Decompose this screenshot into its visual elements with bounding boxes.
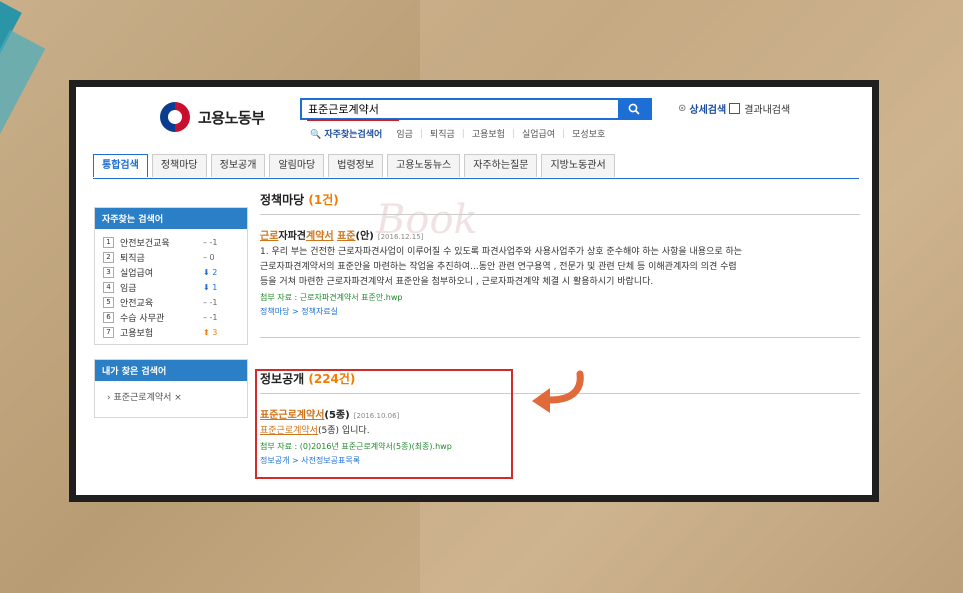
result-title[interactable]: 근로자파견계약서 표준(안) [2016.12.15] (260, 227, 860, 242)
list-item[interactable]: 6 수습 사무관 – -1 (103, 310, 239, 325)
rank-number: 1 (103, 237, 114, 248)
my-search-keyword[interactable]: 표준근로계약서 × (113, 393, 181, 403)
screenshot-frame: 고용노동부 🔍 자주찾는검색어 임금 | 퇴직금 | 고용보험 | 실업급여 |… (69, 80, 879, 502)
highlight-box (255, 369, 513, 479)
tab-law[interactable]: 법령정보 (328, 154, 384, 177)
rank-label: 고용보험 (120, 329, 154, 339)
list-item[interactable]: › 표준근로계약서 × (95, 381, 247, 417)
list-item[interactable]: 4 임금 ⬇ 1 (103, 280, 239, 295)
search-button[interactable] (618, 100, 650, 118)
separator: | (511, 128, 515, 139)
tab-policy[interactable]: 정책마당 (151, 154, 207, 177)
attachment-link[interactable]: 첨부 자료 : 근로자파견계약서 표준안.hwp (260, 292, 860, 303)
separator: | (419, 128, 423, 139)
result-snippet: 1. 우리 부는 건전한 근로자파견사업이 이루어질 수 있도록 파견사업주와 … (260, 245, 860, 290)
rank-number: 3 (103, 267, 114, 278)
frequent-item[interactable]: 퇴직금 (430, 127, 455, 140)
list-item[interactable]: 5 안전교육 – -1 (103, 295, 239, 310)
highlight-keyword: 표준 (337, 231, 356, 242)
search-bar (300, 98, 652, 120)
in-result-label: 결과내검색 (744, 105, 791, 116)
frequent-item[interactable]: 모성보호 (572, 127, 605, 140)
search-highlight-underline (307, 119, 399, 121)
divider (260, 337, 860, 338)
snippet-line: 등을 거쳐 마련한 근로자파견계약서 표준안을 첨부하오니 , 근로자파견계약 … (260, 277, 654, 287)
search-icon (628, 103, 640, 115)
left-sidebar: 자주찾는 검색어 1 안전보건교육 – -1 2 퇴직금 – 0 3 실업급여 ⬇ 2 4임… (94, 207, 248, 418)
list-item[interactable]: 1 안전보건교육 – -1 (103, 235, 239, 250)
tab-notice[interactable]: 알림마당 (269, 154, 325, 177)
tab-local-office[interactable]: 지방노동관서 (541, 154, 615, 177)
tab-faq[interactable]: 자주하는질문 (464, 154, 538, 177)
rank-number: 4 (103, 282, 114, 293)
circle-arrow-icon: ⊙ (678, 103, 687, 114)
taegeuk-logo-icon (160, 102, 190, 132)
tab-integrated[interactable]: 통합검색 (93, 154, 148, 177)
tab-info-disclosure[interactable]: 정보공개 (210, 154, 266, 177)
rank-number: 5 (103, 297, 114, 308)
snippet-line: 근로자파견계약서의 표준안을 마련하는 작업을 추진하여...동안 관련 연구용… (260, 262, 737, 272)
rank-change: – 0 (203, 253, 215, 262)
highlight-keyword: 근로 (260, 231, 279, 242)
in-result-checkbox[interactable] (729, 103, 741, 114)
separator: | (562, 128, 566, 139)
popular-keywords-list: 1 안전보건교육 – -1 2 퇴직금 – 0 3 실업급여 ⬇ 2 4 임금 ⬇ 1 5 안전교… (95, 229, 247, 344)
result-count: (1건) (308, 193, 339, 207)
rank-change: ⬇ 1 (203, 283, 218, 292)
list-item[interactable]: 2 퇴직금 – 0 (103, 250, 239, 265)
title-text: 자파견 (278, 231, 307, 242)
frequent-search-label: 🔍 자주찾는검색어 (310, 130, 383, 140)
my-searches-title: 내가 찾은 검색어 (95, 360, 247, 381)
list-item[interactable]: 3 실업급여 ⬇ 2 (103, 265, 239, 280)
highlight-keyword: 계약서 (306, 231, 334, 242)
category-tabs: 통합검색 정책마당 정보공개 알림마당 법령정보 고용노동뉴스 자주하는질문 지… (93, 154, 615, 177)
popular-keywords-title: 자주찾는 검색어 (95, 208, 247, 229)
result-date: [2016.12.15] (377, 233, 424, 241)
background-teal-stripe-light (0, 30, 46, 314)
frequent-item[interactable]: 실업급여 (522, 127, 555, 140)
rank-number: 2 (103, 252, 114, 263)
rank-change: – -1 (203, 313, 218, 322)
rank-change: – -1 (203, 298, 218, 307)
site-logo[interactable]: 고용노동부 (160, 102, 265, 132)
frequent-item[interactable]: 임금 (396, 127, 413, 140)
separator: | (461, 128, 465, 139)
advanced-search: ⊙ 상세검색 결과내검색 (678, 101, 790, 116)
my-searches-box: 내가 찾은 검색어 › 표준근로계약서 × (94, 359, 248, 418)
rank-change: ⬇ 2 (203, 268, 218, 277)
title-text: (안) (355, 231, 374, 242)
frequent-item[interactable]: 고용보험 (472, 127, 505, 140)
list-item[interactable]: 7 고용보험 ⬆ 3 (103, 325, 239, 340)
section-title-text: 정책마당 (260, 193, 305, 207)
rank-change: ⬆ 3 (203, 328, 218, 337)
rank-number: 7 (103, 327, 114, 338)
rank-label: 퇴직금 (120, 254, 145, 264)
rank-label: 실업급여 (120, 269, 154, 279)
frequent-search-row: 🔍 자주찾는검색어 임금 | 퇴직금 | 고용보험 | 실업급여 | 모성보호 (310, 127, 605, 141)
rank-label: 안전보건교육 (120, 239, 170, 249)
popular-keywords-box: 자주찾는 검색어 1 안전보건교육 – -1 2 퇴직금 – 0 3 실업급여 ⬇ 2 4임… (94, 207, 248, 345)
rank-change: – -1 (203, 238, 218, 247)
frequent-label-text: 자주찾는검색어 (324, 130, 383, 140)
breadcrumb[interactable]: 정책마당 > 정책자료실 (260, 306, 860, 317)
curved-arrow-icon (528, 370, 588, 420)
browser-screen: 고용노동부 🔍 자주찾는검색어 임금 | 퇴직금 | 고용보험 | 실업급여 |… (76, 87, 872, 495)
tab-news[interactable]: 고용노동뉴스 (387, 154, 461, 177)
rank-number: 6 (103, 312, 114, 323)
snippet-line: 1. 우리 부는 건전한 근로자파견사업이 이루어질 수 있도록 파견사업주와 … (260, 247, 743, 257)
tab-divider (93, 178, 859, 179)
logo-text: 고용노동부 (198, 108, 265, 127)
rank-label: 수습 사무관 (120, 314, 165, 324)
advanced-search-link[interactable]: 상세검색 (689, 101, 726, 116)
rank-label: 임금 (120, 284, 137, 294)
section-title: 정책마당 (1건) (260, 191, 860, 215)
rank-label: 안전교육 (120, 299, 154, 309)
search-input[interactable] (302, 100, 618, 118)
